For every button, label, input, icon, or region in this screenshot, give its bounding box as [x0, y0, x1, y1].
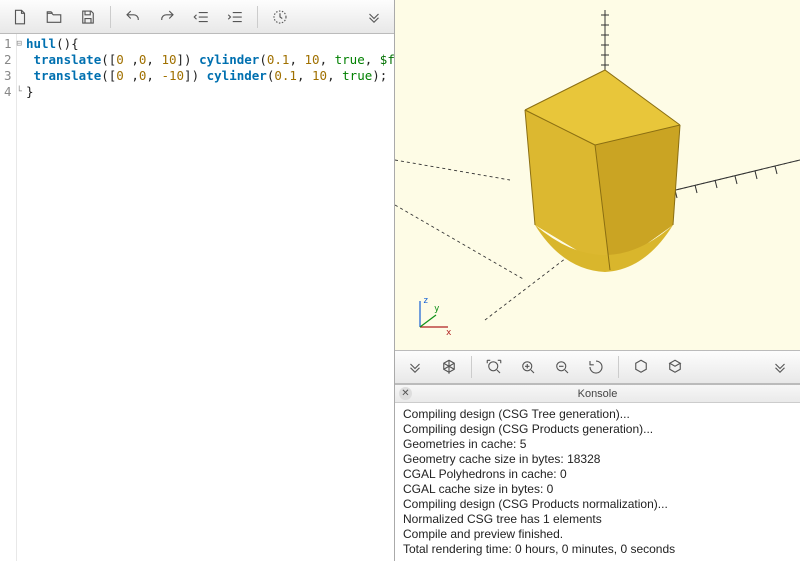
console-line: CGAL cache size in bytes: 0 [403, 482, 792, 497]
unindent-button[interactable] [185, 3, 217, 31]
console-line: Compiling design (CSG Tree generation)..… [403, 407, 792, 422]
open-file-button[interactable] [38, 3, 70, 31]
console-close-button[interactable]: ✕ [399, 387, 412, 400]
console-line: Compiling design (CSG Products generatio… [403, 422, 792, 437]
toolbar-divider [618, 356, 619, 378]
new-file-button[interactable] [4, 3, 36, 31]
render-canvas[interactable] [395, 0, 800, 350]
console-line: Compile and preview finished. [403, 527, 792, 542]
line-number: 1 [0, 36, 16, 52]
right-pane: z x y ✕ Konsole [395, 0, 800, 561]
code-line[interactable]: translate([0 ,0, -10]) cylinder(0.1, 10,… [26, 68, 394, 84]
console-line: Total rendering time: 0 hours, 0 minutes… [403, 542, 792, 557]
3d-viewport[interactable]: z x y [395, 0, 800, 350]
editor-toolbar [0, 0, 394, 34]
console-panel: ✕ Konsole Compiling design (CSG Tree gen… [395, 384, 800, 561]
svg-text:y: y [434, 304, 440, 314]
view-top-button[interactable] [659, 353, 691, 381]
code-editor[interactable]: 1234 ⊟└ hull(){ translate([0 ,0, 10]) cy… [0, 34, 394, 561]
code-line[interactable]: } [26, 84, 394, 100]
axis-gizmo: z x y [410, 293, 454, 340]
left-pane: 1234 ⊟└ hull(){ translate([0 ,0, 10]) cy… [0, 0, 395, 561]
toolbar-divider [110, 6, 111, 28]
console-line: Compiling design (CSG Products normaliza… [403, 497, 792, 512]
svg-text:z: z [423, 296, 428, 306]
console-line: Geometries in cache: 5 [403, 437, 792, 452]
preview-button[interactable] [264, 3, 296, 31]
zoom-out-button[interactable] [546, 353, 578, 381]
zoom-in-button[interactable] [512, 353, 544, 381]
console-output[interactable]: Compiling design (CSG Tree generation)..… [395, 403, 800, 561]
viewport-toolbar [395, 350, 800, 384]
undo-button[interactable] [117, 3, 149, 31]
svg-text:x: x [446, 328, 452, 337]
line-number: 4 [0, 84, 16, 100]
redo-button[interactable] [151, 3, 183, 31]
zoom-fit-button[interactable] [478, 353, 510, 381]
indent-button[interactable] [219, 3, 251, 31]
console-line: CGAL Polyhedrons in cache: 0 [403, 467, 792, 482]
code-line[interactable]: hull(){ [26, 36, 394, 52]
line-number-gutter: 1234 [0, 34, 17, 561]
save-file-button[interactable] [72, 3, 104, 31]
overflow-right-button[interactable] [764, 353, 796, 381]
view-front-button[interactable] [625, 353, 657, 381]
app-root: 1234 ⊟└ hull(){ translate([0 ,0, 10]) cy… [0, 0, 800, 561]
reset-view-button[interactable] [580, 353, 612, 381]
code-line[interactable]: translate([0 ,0, 10]) cylinder(0.1, 10, … [26, 52, 394, 68]
console-line: Geometry cache size in bytes: 18328 [403, 452, 792, 467]
render-button[interactable] [433, 353, 465, 381]
console-titlebar: ✕ Konsole [395, 385, 800, 403]
overflow-left-button[interactable] [399, 353, 431, 381]
console-title-label: Konsole [578, 388, 618, 400]
toolbar-divider [471, 356, 472, 378]
overflow-button[interactable] [358, 3, 390, 31]
toolbar-divider [257, 6, 258, 28]
code-area[interactable]: hull(){ translate([0 ,0, 10]) cylinder(0… [22, 34, 394, 561]
console-line: Normalized CSG tree has 1 elements [403, 512, 792, 527]
line-number: 3 [0, 68, 16, 84]
line-number: 2 [0, 52, 16, 68]
